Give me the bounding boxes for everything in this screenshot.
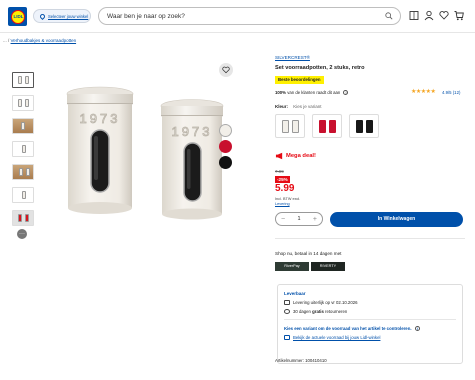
colour-hint: Kies je variant — [293, 104, 322, 109]
current-price: 5.99 — [275, 183, 295, 194]
swatch-black[interactable] — [219, 156, 232, 169]
logo-circle: LIDL — [10, 9, 25, 24]
returns-row: 30 dagen gratis retourneren — [284, 309, 456, 314]
leaflet-icon[interactable] — [409, 10, 419, 21]
variant-red[interactable] — [312, 114, 342, 138]
location-pin-icon — [38, 12, 47, 20]
thumbnail-5[interactable] — [12, 164, 34, 180]
swatch-red[interactable] — [219, 140, 232, 153]
store-icon — [284, 335, 290, 341]
delivery-title: Leverbaar — [284, 291, 306, 296]
bestseller-badge: Beste beoordelingen — [275, 76, 324, 84]
article-number: Artikelnummer: 100410410 — [275, 358, 327, 363]
return-icon — [284, 309, 290, 314]
choose-variant-note: Kies een variant om de voorraad van het … — [284, 326, 456, 332]
recommend-percentage: 100% — [275, 90, 286, 95]
pay-later-text: Shop nu, betaal in 14 dagen met — [275, 251, 342, 256]
stock-info-icon[interactable]: i — [414, 326, 420, 332]
mega-deal-text: Mega deal! — [286, 153, 316, 159]
variant-cream[interactable] — [275, 114, 305, 138]
riverpay-logo: RiverPay — [275, 262, 309, 271]
payment-logos: RiverPay RIVERTY — [275, 262, 345, 271]
product-title: Set voorraadpotten, 2 stuks, retro — [275, 65, 365, 71]
delivery-divider — [284, 319, 456, 320]
brand-link[interactable]: SILVERCREST® — [275, 55, 310, 60]
site-header: LIDL Selecteer jouw winkel — [0, 0, 475, 33]
check-stock-link[interactable]: Bekijk de actuele voorraad bij jouw Lidl… — [284, 335, 456, 341]
decrease-button[interactable]: − — [281, 216, 285, 223]
riverty-logo: RIVERTY — [311, 262, 345, 271]
discount-badge: -25% — [275, 176, 290, 183]
returns-days: 30 dagen — [293, 309, 311, 314]
swatch-cream[interactable] — [219, 124, 232, 137]
wishlist-button[interactable] — [219, 63, 233, 77]
thumbnail-list — [12, 72, 34, 233]
variant-black[interactable] — [349, 114, 379, 138]
can-right-label: 1973 — [172, 124, 213, 139]
quantity-stepper: − 1 + — [275, 212, 323, 226]
truck-icon — [284, 300, 290, 305]
store-label: Selecteer jouw winkel — [48, 13, 89, 19]
old-price: 7.99 — [275, 169, 284, 174]
divider — [275, 238, 465, 239]
breadcrumb-prefix: ... / — [3, 38, 10, 43]
cart-icon[interactable] — [454, 10, 464, 21]
favorites-icon[interactable] — [439, 10, 449, 21]
vat-note: Incl. BTW excl. — [275, 197, 301, 201]
colour-label: Kleur: — [275, 104, 289, 109]
heart-icon — [222, 66, 230, 74]
check-stock-text: Bekijk de actuele voorraad bij jouw Lidl… — [293, 335, 381, 341]
logo-text: LIDL — [13, 14, 24, 19]
search-input[interactable] — [107, 12, 377, 20]
breadcrumb-link[interactable]: Verhoudbakjes & voorraadpotten — [11, 38, 77, 43]
more-thumbnails-button[interactable]: ··· — [17, 229, 27, 239]
can-left-label: 1973 — [80, 111, 121, 126]
thumbnail-6[interactable] — [12, 187, 34, 203]
thumbnail-7[interactable] — [12, 210, 34, 226]
quantity-value[interactable]: 1 — [297, 216, 300, 222]
thumbnail-2[interactable] — [12, 95, 34, 111]
lidl-logo[interactable]: LIDL — [8, 7, 27, 26]
select-store-button[interactable]: Selecteer jouw winkel — [33, 9, 91, 23]
delivery-date-row: Levering uiterlijk op vr 02.10.2026 — [284, 300, 456, 305]
increase-button[interactable]: + — [313, 216, 317, 223]
thumbnail-4[interactable] — [12, 141, 34, 157]
delivery-box: Leverbaar Levering uiterlijk op vr 02.10… — [277, 284, 463, 364]
account-icon[interactable] — [424, 10, 434, 21]
thumbnail-3[interactable] — [12, 118, 34, 134]
returns-text: retourneren — [325, 309, 348, 314]
megaphone-icon — [275, 152, 283, 160]
recommend-text: 100% van de klanten raadt dit aan i — [275, 90, 349, 96]
colour-selector-label: Kleur: Kies je variant — [275, 104, 322, 109]
recommend-label: van de klanten raadt dit aan — [287, 90, 341, 95]
delivery-date: Levering uiterlijk op vr 02.10.2026 — [293, 300, 358, 305]
search-icon[interactable] — [385, 12, 393, 20]
rating-link[interactable]: 4.9/5 (12) — [442, 90, 460, 95]
thumbnail-1[interactable] — [12, 72, 34, 88]
breadcrumb: ... / Verhoudbakjes & voorraadpotten — [3, 38, 76, 43]
product-image: 1973 1973 — [66, 86, 224, 220]
add-to-cart-button[interactable]: In Winkelwagen — [330, 212, 463, 227]
returns-free: gratis — [312, 309, 324, 314]
info-icon[interactable]: i — [343, 90, 349, 96]
choose-variant-text: Kies een variant om de voorraad van het … — [284, 326, 412, 331]
search-bar — [98, 7, 401, 25]
mega-deal-label: Mega deal! — [275, 152, 316, 160]
shipping-link[interactable]: Levering — [275, 202, 290, 206]
rating-stars: ★★★★★ — [411, 89, 436, 95]
